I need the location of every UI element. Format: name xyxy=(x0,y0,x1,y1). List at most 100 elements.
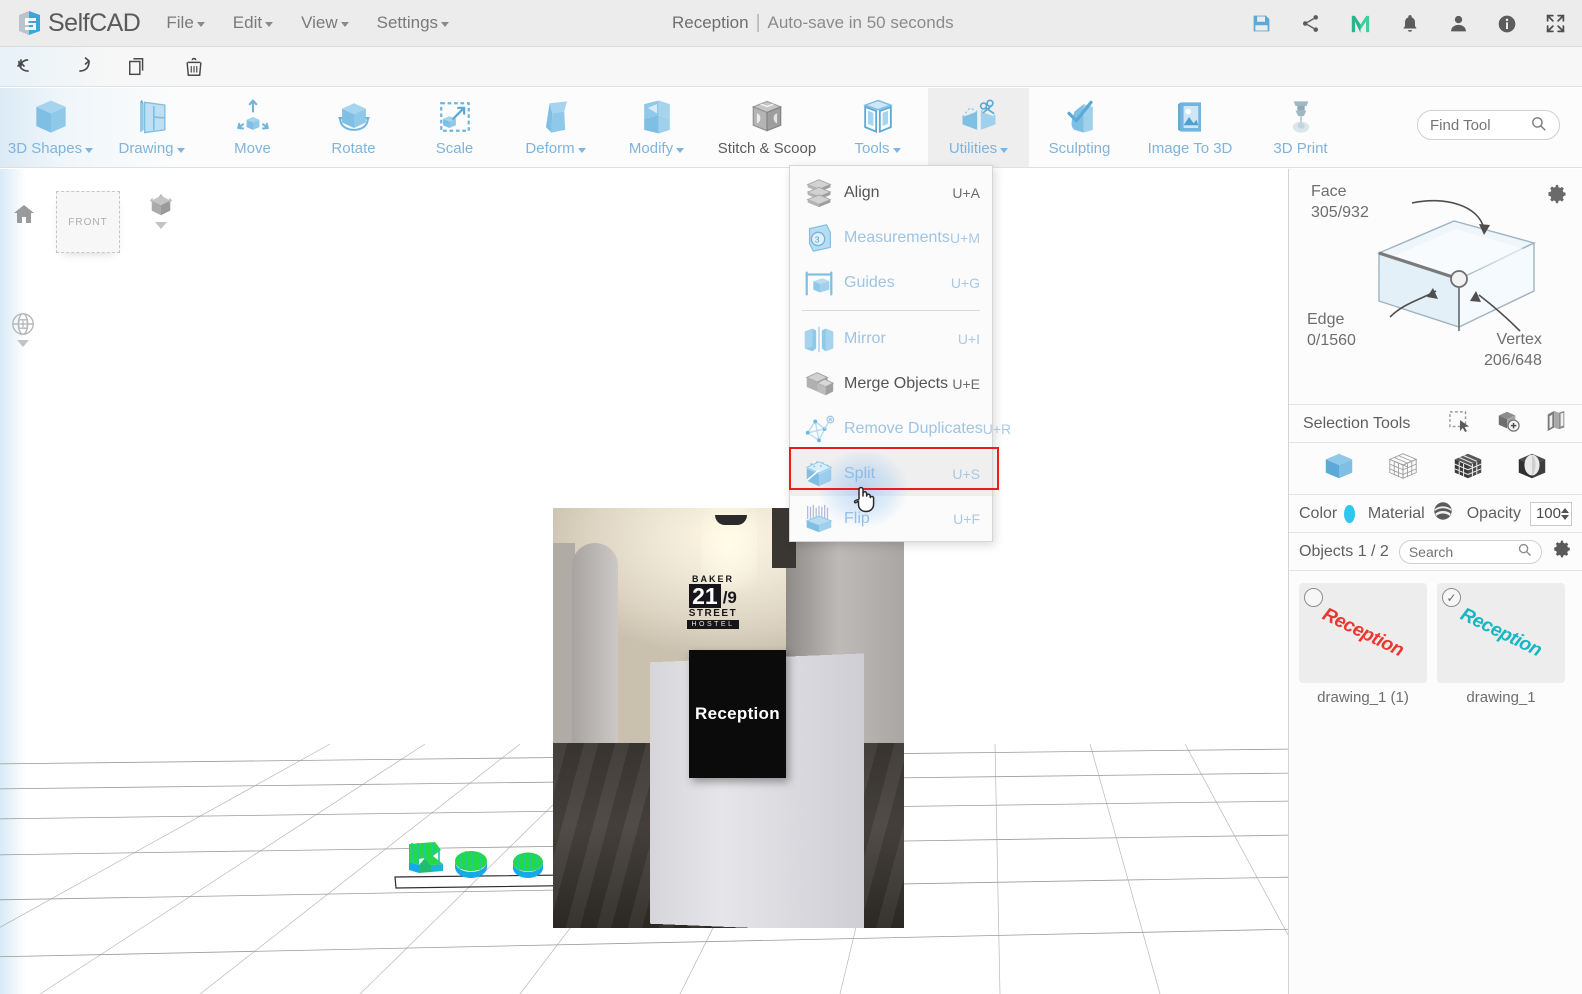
tool-stitch-scoop[interactable]: Stitch & Scoop xyxy=(707,88,827,167)
menu-item-guides[interactable]: Guides U+G xyxy=(790,260,992,305)
chevron-up-icon[interactable] xyxy=(1561,507,1569,513)
menu-item-merge-objects[interactable]: Merge Objects U+E xyxy=(790,361,992,406)
bell-icon[interactable] xyxy=(1400,13,1420,34)
chevron-down-icon xyxy=(441,22,450,27)
menu-item-split[interactable]: Split U+S xyxy=(790,451,992,496)
view-cube-icon[interactable] xyxy=(148,193,174,229)
tool-label: Tools xyxy=(854,140,901,157)
objects-search[interactable] xyxy=(1398,539,1542,564)
tool-tools[interactable]: Tools xyxy=(827,88,928,167)
objects-settings-gear-icon[interactable] xyxy=(1552,539,1572,564)
menu-file[interactable]: File xyxy=(166,13,205,33)
tool-modify[interactable]: Modify xyxy=(606,88,707,167)
find-tool-search[interactable] xyxy=(1417,110,1560,140)
home-icon[interactable] xyxy=(12,202,36,231)
box-select-icon[interactable] xyxy=(1496,409,1520,438)
move-arrows-icon xyxy=(231,94,275,140)
orbit-icon[interactable] xyxy=(10,311,36,347)
tool-image-to-3d[interactable]: Image To 3D xyxy=(1130,88,1250,167)
reference-photo[interactable]: BAKER 21 /9 STREET HOSTEL Reception xyxy=(553,508,904,928)
object-visibility-toggle[interactable] xyxy=(1304,588,1323,607)
m-logo-icon[interactable] xyxy=(1349,12,1372,35)
tool-drawing[interactable]: Drawing xyxy=(101,88,202,167)
selection-info-section: Face 305/932 Edge 0/1560 Vertex 206/648 xyxy=(1289,169,1582,405)
selfcad-app: SelfCAD File Edit View Settings Receptio… xyxy=(0,0,1582,994)
menu-item-shortcut: U+G xyxy=(950,274,980,291)
menu-view[interactable]: View xyxy=(301,13,349,33)
tool-sculpting[interactable]: Sculpting xyxy=(1029,88,1130,167)
object-mode-icon[interactable] xyxy=(1322,449,1356,488)
selection-tools-label: Selection Tools xyxy=(1303,414,1411,432)
menu-item-label: Remove Duplicates xyxy=(844,419,983,437)
lasso-select-icon[interactable] xyxy=(1544,409,1568,438)
find-tool-input[interactable] xyxy=(1430,116,1530,134)
chevron-down-icon xyxy=(892,147,901,153)
object-name: drawing_1 (1) xyxy=(1317,689,1409,706)
objects-header: Objects 1 / 2 xyxy=(1289,533,1582,571)
chevron-down-icon xyxy=(176,147,185,153)
undo-icon[interactable] xyxy=(8,52,44,82)
tool-label: Move xyxy=(234,140,271,157)
menu-item-label: Align xyxy=(844,183,880,201)
duplicate-icon[interactable] xyxy=(120,52,156,82)
menu-item-remove-duplicates[interactable]: Remove Duplicates U+R xyxy=(790,406,1011,451)
top-right-actions xyxy=(1251,0,1566,47)
spinner-arrows-icon[interactable] xyxy=(1561,507,1569,520)
material-sphere-icon[interactable] xyxy=(1432,500,1454,527)
view-cube-face[interactable]: FRONT xyxy=(56,191,120,253)
chevron-down-icon xyxy=(676,147,685,153)
menu-item-flip[interactable]: Flip U+F xyxy=(790,496,992,541)
menu-settings[interactable]: Settings xyxy=(377,13,450,33)
vertex-mode-icon[interactable] xyxy=(1386,449,1420,488)
redo-icon[interactable] xyxy=(64,52,100,82)
image-to-3d-icon xyxy=(1168,94,1212,140)
list-item[interactable]: ✓ Reception drawing_1 xyxy=(1437,583,1565,706)
polygon-mode-icon[interactable] xyxy=(1515,449,1549,488)
utilities-dropdown-menu[interactable]: Align U+A 3 Measurements U+M Guides U+G … xyxy=(789,165,1011,542)
brand-name: SelfCAD xyxy=(48,8,141,37)
tool-3d-print[interactable]: 3D Print xyxy=(1250,88,1351,167)
tool-deform[interactable]: Deform xyxy=(505,88,606,167)
autosave-status: Auto-save in 50 seconds xyxy=(767,13,954,32)
tool-scale[interactable]: Scale xyxy=(404,88,505,167)
object-visibility-toggle[interactable]: ✓ xyxy=(1442,588,1461,607)
3d-viewport[interactable]: BAKER 21 /9 STREET HOSTEL Reception FRON… xyxy=(0,169,1288,994)
share-icon[interactable] xyxy=(1300,13,1321,34)
object-thumbnail[interactable]: Reception xyxy=(1299,583,1427,683)
opacity-stepper[interactable]: 100 xyxy=(1529,501,1572,526)
svg-text:3: 3 xyxy=(815,234,820,244)
chevron-down-icon[interactable] xyxy=(1561,514,1569,520)
chevron-down-icon xyxy=(265,22,274,27)
object-thumbnail[interactable]: ✓ Reception xyxy=(1437,583,1565,683)
list-item[interactable]: Reception drawing_1 (1) xyxy=(1299,583,1427,706)
object-preview-text: Reception xyxy=(1319,603,1408,662)
title-divider: | xyxy=(755,12,761,33)
fullscreen-icon[interactable] xyxy=(1545,13,1566,34)
sign-number: 21 xyxy=(689,584,721,608)
tool-move[interactable]: Move xyxy=(202,88,303,167)
info-icon[interactable] xyxy=(1497,14,1517,34)
menu-item-measurements[interactable]: 3 Measurements U+M xyxy=(790,215,992,260)
menu-item-label: Measurements xyxy=(844,228,950,246)
tool-3d-shapes[interactable]: 3D Shapes xyxy=(0,88,101,167)
color-swatch[interactable] xyxy=(1344,504,1355,523)
sign-line-4: HOSTEL xyxy=(687,620,739,629)
view-cube[interactable]: FRONT xyxy=(56,191,120,253)
rectangle-select-icon[interactable] xyxy=(1448,410,1472,437)
tool-label: Modify xyxy=(629,140,685,157)
search-icon xyxy=(1517,542,1532,562)
objects-search-input[interactable] xyxy=(1408,543,1487,560)
menu-edit[interactable]: Edit xyxy=(233,13,274,33)
face-mode-icon[interactable] xyxy=(1451,449,1485,488)
user-icon[interactable] xyxy=(1448,13,1469,34)
save-icon[interactable] xyxy=(1251,13,1272,34)
right-panel: Face 305/932 Edge 0/1560 Vertex 206/648 xyxy=(1288,169,1582,994)
tool-utilities[interactable]: Utilities xyxy=(928,88,1029,167)
menu-item-align[interactable]: Align U+A xyxy=(790,170,992,215)
tool-rotate[interactable]: Rotate xyxy=(303,88,404,167)
document-title-bar: Reception | Auto-save in 50 seconds xyxy=(672,12,954,34)
delete-icon[interactable] xyxy=(176,52,212,82)
search-icon xyxy=(1530,115,1547,136)
menu-item-shortcut: U+R xyxy=(982,420,1012,437)
menu-item-mirror[interactable]: Mirror U+I xyxy=(790,316,992,361)
